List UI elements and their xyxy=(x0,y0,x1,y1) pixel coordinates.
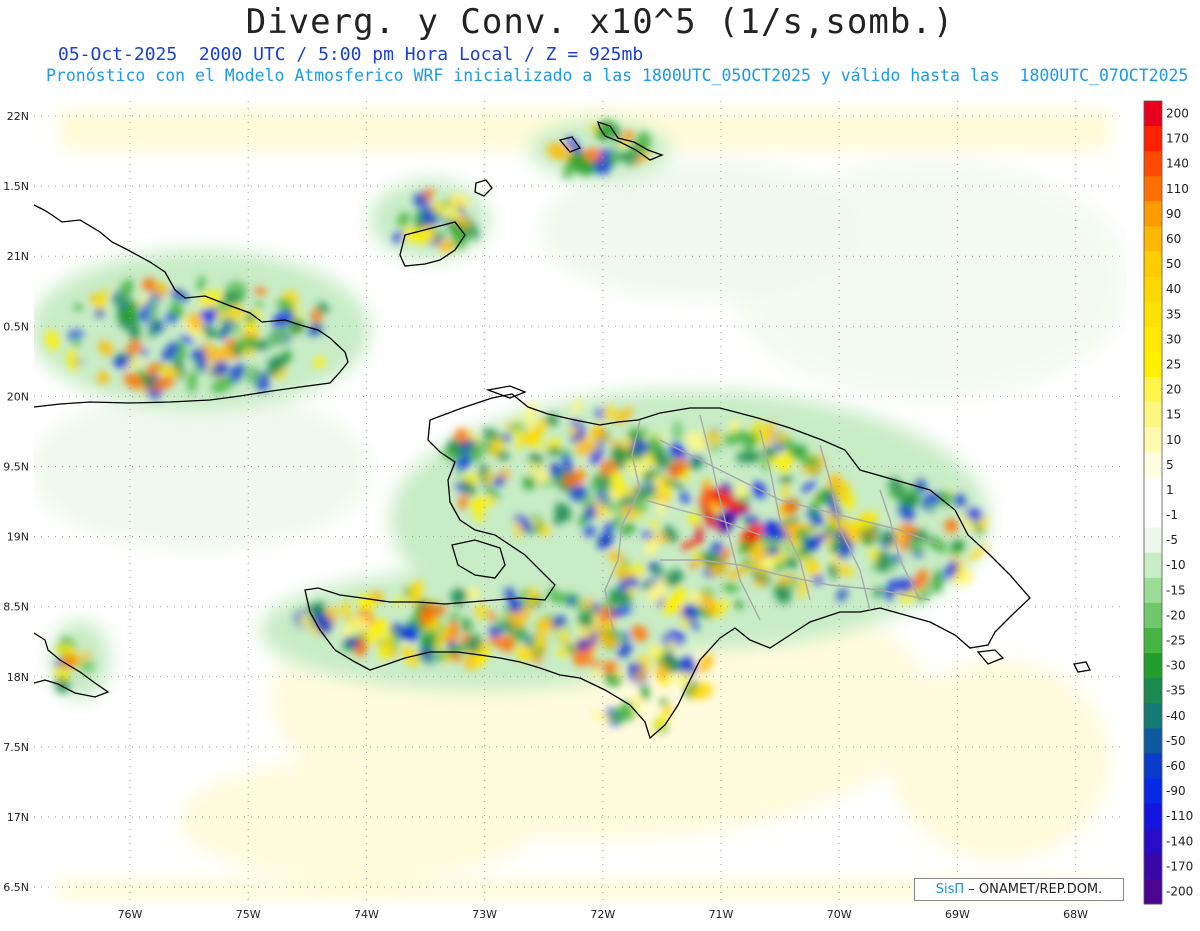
colorbar-label: -25 xyxy=(1166,634,1186,648)
colorbar-label: 60 xyxy=(1166,232,1181,246)
colorbar-swatch xyxy=(1144,527,1162,554)
colorbar-swatch xyxy=(1144,151,1162,177)
lon-label: 71W xyxy=(709,908,734,921)
colorbar-label: 20 xyxy=(1166,383,1181,397)
lon-label: 72W xyxy=(590,908,615,921)
colorbar-label: 200 xyxy=(1166,107,1189,121)
colorbar-label: -10 xyxy=(1166,558,1186,572)
colorbar-label: -5 xyxy=(1166,533,1178,547)
colorbar-label: -30 xyxy=(1166,659,1186,673)
colorbar-swatch xyxy=(1144,728,1162,754)
colorbar-swatch xyxy=(1144,452,1162,478)
lon-label: 69W xyxy=(945,908,970,921)
colorbar-swatch xyxy=(1144,427,1162,453)
colorbar-label: -35 xyxy=(1166,684,1186,698)
colorbar-label: 15 xyxy=(1166,408,1181,422)
colorbar-swatch xyxy=(1144,602,1162,629)
lon-label: 76W xyxy=(118,908,143,921)
colorbar-swatch xyxy=(1144,176,1162,202)
lat-label: 18N xyxy=(7,671,29,684)
colorbar-label: -15 xyxy=(1166,583,1186,597)
lat-label: 22N xyxy=(7,110,29,123)
colorbar-swatch xyxy=(1144,276,1162,303)
colorbar-label: 30 xyxy=(1166,332,1181,346)
colorbar-label: 5 xyxy=(1166,458,1174,472)
colorbar: 200 170 140 110 90 60 50 40 35 30 25 20 15 10 5 1 -1 -5 -1… xyxy=(1143,100,1193,905)
colorbar-swatch xyxy=(1144,301,1162,328)
colorbar-swatch xyxy=(1144,778,1162,805)
colorbar-swatch xyxy=(1144,351,1162,378)
colorbar-swatch xyxy=(1144,653,1162,679)
lat-label: 6.5N xyxy=(3,881,29,894)
colorbar-swatch xyxy=(1144,678,1162,704)
colorbar-swatch xyxy=(1144,226,1162,253)
colorbar-label: 10 xyxy=(1166,433,1181,447)
colorbar-label: 170 xyxy=(1166,132,1189,146)
colorbar-swatch xyxy=(1144,402,1162,428)
colorbar-label: -50 xyxy=(1166,734,1186,748)
lat-label: 8.5N xyxy=(3,601,29,614)
colorbar-swatch xyxy=(1144,828,1162,855)
colorbar-swatch xyxy=(1144,377,1162,403)
latitude-labels: 22N 1.5N 21N 0.5N 20N 9.5N 19N 8.5N 18N 7.5N 17N 6.… xyxy=(3,110,29,894)
longitude-labels: 76W 75W 74W 73W 72W 71W 70W 69W 68W xyxy=(118,908,1089,921)
lon-label: 68W xyxy=(1063,908,1088,921)
lat-label: 19N xyxy=(7,531,29,544)
lon-label: 74W xyxy=(354,908,379,921)
colorbar-label: -140 xyxy=(1166,834,1193,848)
colorbar-swatch xyxy=(1144,753,1162,780)
colorbar-swatch xyxy=(1144,878,1162,905)
colorbar-swatch xyxy=(1144,703,1162,729)
colorbar-swatch xyxy=(1144,477,1162,503)
colorbar-label: 90 xyxy=(1166,207,1181,221)
colorbar-swatch xyxy=(1144,552,1162,579)
lon-label: 75W xyxy=(236,908,261,921)
colorbar-label: 40 xyxy=(1166,282,1181,296)
colorbar-label: -60 xyxy=(1166,759,1186,773)
colorbar-swatch xyxy=(1144,853,1162,880)
colorbar-swatch xyxy=(1144,627,1162,654)
lat-label: 17N xyxy=(7,811,29,824)
colorbar-swatch xyxy=(1144,101,1162,127)
colorbar-label: 140 xyxy=(1166,157,1189,171)
colorbar-swatch xyxy=(1144,251,1162,278)
lat-label: 7.5N xyxy=(3,741,29,754)
colorbar-swatch xyxy=(1144,502,1162,529)
map: 22N 1.5N 21N 0.5N 20N 9.5N 19N 8.5N 18N 7.5N 17N 6.… xyxy=(0,0,1200,927)
colorbar-swatch xyxy=(1144,577,1162,604)
credit-label: – ONAMET/REP.DOM. xyxy=(968,882,1103,897)
colorbar-label: 25 xyxy=(1166,357,1181,371)
colorbar-swatch xyxy=(1144,326,1162,353)
colorbar-label: 35 xyxy=(1166,307,1181,321)
colorbar-label: 1 xyxy=(1166,483,1174,497)
brand-label: SisΠ xyxy=(935,882,965,897)
colorbar-label: -170 xyxy=(1166,859,1193,873)
colorbar-label: -200 xyxy=(1166,884,1193,898)
colorbar-label: -110 xyxy=(1166,809,1193,823)
colorbar-label: 50 xyxy=(1166,257,1181,271)
colorbar-swatch xyxy=(1144,126,1162,152)
lat-label: 21N xyxy=(7,250,29,263)
colorbar-label: -1 xyxy=(1166,508,1178,522)
lon-label: 70W xyxy=(827,908,852,921)
lat-label: 9.5N xyxy=(3,461,29,474)
field-layer xyxy=(34,101,1126,904)
map-canvas: 22N 1.5N 21N 0.5N 20N 9.5N 19N 8.5N 18N 7.5N 17N 6.… xyxy=(3,100,1193,921)
colorbar-label: -90 xyxy=(1166,784,1186,798)
colorbar-label: -40 xyxy=(1166,709,1186,723)
lat-label: 20N xyxy=(7,390,29,403)
colorbar-label: -20 xyxy=(1166,608,1186,622)
colorbar-swatch xyxy=(1144,803,1162,830)
lat-label: 1.5N xyxy=(3,180,29,193)
lat-label: 0.5N xyxy=(3,320,29,333)
credit-box: SisΠ – ONAMET/REP.DOM. xyxy=(914,878,1124,901)
lon-label: 73W xyxy=(472,908,497,921)
colorbar-label: 110 xyxy=(1166,182,1189,196)
colorbar-swatch xyxy=(1144,201,1162,227)
